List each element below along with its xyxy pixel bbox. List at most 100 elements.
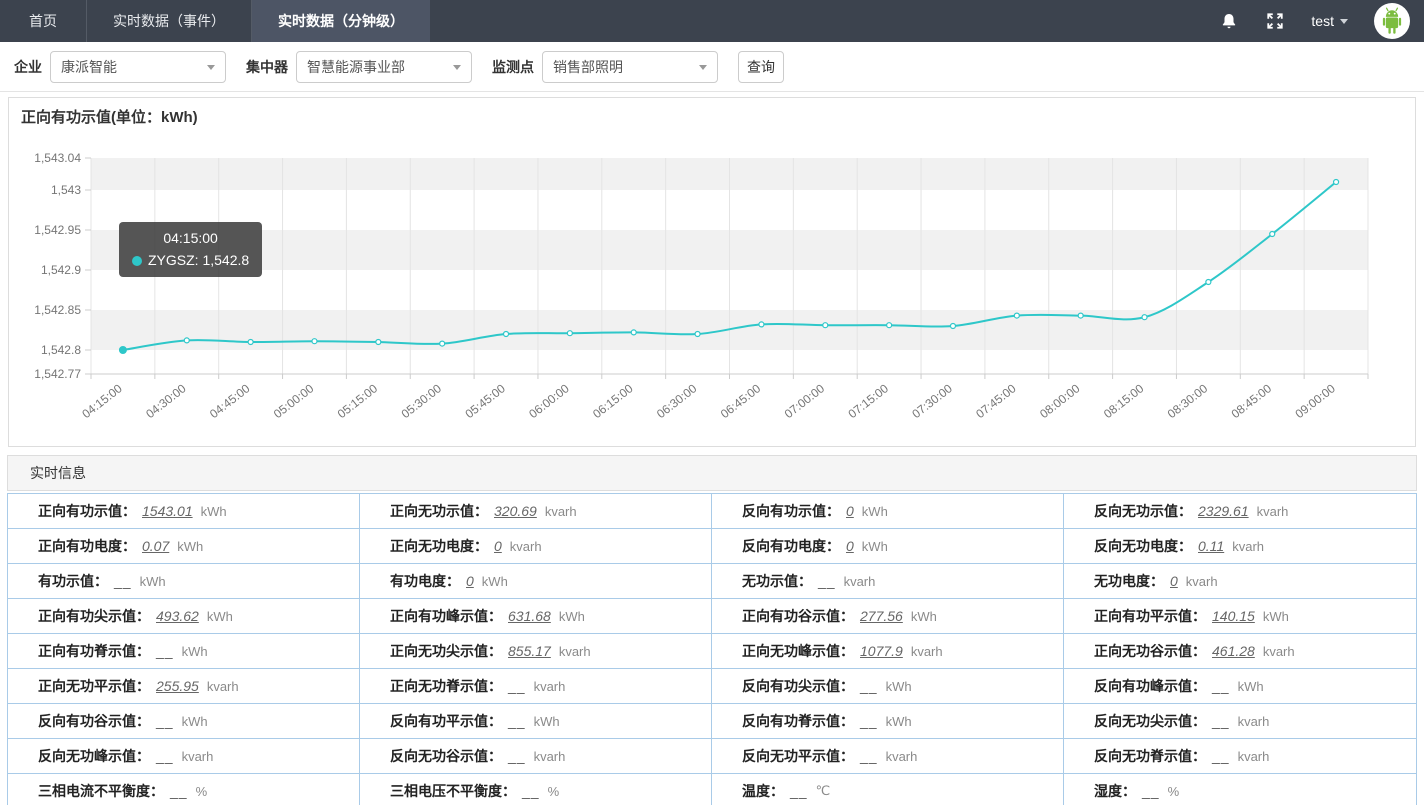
info-cell: 正向无功脊示值：__kvarh (360, 669, 712, 704)
info-cell: 反向有功脊示值：__kWh (712, 704, 1064, 739)
info-value[interactable]: 255.95 (156, 678, 199, 694)
android-robot-icon (1377, 5, 1407, 37)
svg-text:08:45:00: 08:45:00 (1229, 381, 1275, 421)
info-value[interactable]: 140.15 (1212, 608, 1255, 624)
info-label: 温度： (742, 781, 784, 801)
tooltip-value: ZYGSZ: 1,542.8 (148, 252, 249, 268)
info-value: __ (1212, 713, 1230, 729)
info-label: 正向有功峰示值： (390, 606, 502, 626)
svg-text:05:45:00: 05:45:00 (462, 381, 508, 421)
info-unit: kWh (534, 714, 560, 729)
info-unit: % (548, 784, 560, 799)
tab-home-label: 首页 (29, 11, 57, 31)
svg-text:07:15:00: 07:15:00 (846, 381, 892, 421)
info-cell: 反向无功示值：2329.61kvarh (1064, 494, 1416, 529)
info-label: 反向有功峰示值： (1094, 676, 1206, 696)
monitor-point-select[interactable]: 销售部照明 (542, 51, 718, 83)
info-cell: 反向无功脊示值：__kvarh (1064, 739, 1416, 774)
info-value: __ (790, 783, 808, 799)
tab-home[interactable]: 首页 (0, 0, 87, 42)
info-cell: 温度：__℃ (712, 774, 1064, 805)
info-unit: kvarh (1263, 644, 1295, 659)
info-value[interactable]: 1543.01 (142, 503, 193, 519)
notification-bell-icon[interactable] (1219, 11, 1239, 31)
info-value[interactable]: 0 (466, 573, 474, 589)
info-unit: kWh (559, 609, 585, 624)
info-label: 有功示值： (38, 571, 108, 591)
info-unit: kvarh (545, 504, 577, 519)
info-cell: 正向无功平示值：255.95kvarh (8, 669, 360, 704)
svg-text:1,542.77: 1,542.77 (34, 367, 81, 381)
info-value[interactable]: 277.56 (860, 608, 903, 624)
info-unit: % (1168, 784, 1180, 799)
info-unit: kWh (201, 504, 227, 519)
svg-text:07:30:00: 07:30:00 (909, 381, 955, 421)
svg-text:04:45:00: 04:45:00 (207, 381, 253, 421)
info-cell: 正向有功电度：0.07kWh (8, 529, 360, 564)
info-value[interactable]: 855.17 (508, 643, 551, 659)
svg-text:05:15:00: 05:15:00 (335, 381, 381, 421)
info-label: 正向有功尖示值： (38, 606, 150, 626)
realtime-info-title: 实时信息 (30, 463, 86, 483)
info-cell: 反向有功尖示值：__kWh (712, 669, 1064, 704)
info-cell: 正向有功峰示值： 631.68 kWh (360, 599, 712, 634)
info-label: 正向有功电度： (38, 536, 136, 556)
realtime-info-header: 实时信息 (7, 455, 1417, 491)
user-menu[interactable]: test (1311, 13, 1348, 29)
info-label: 正向无功示值： (390, 501, 488, 521)
info-label: 无功电度： (1094, 571, 1164, 591)
avatar[interactable] (1374, 3, 1410, 39)
svg-text:04:30:00: 04:30:00 (143, 381, 189, 421)
fullscreen-icon[interactable] (1265, 11, 1285, 31)
info-label: 正向有功平示值： (1094, 606, 1206, 626)
info-label: 有功电度： (390, 571, 460, 591)
username-label: test (1311, 13, 1334, 29)
info-label: 反向无功峰示值： (38, 746, 150, 766)
info-value[interactable]: 0 (1170, 573, 1178, 589)
info-value[interactable]: 461.28 (1212, 643, 1255, 659)
info-value[interactable]: 2329.61 (1198, 503, 1249, 519)
info-value[interactable]: 320.69 (494, 503, 537, 519)
info-value: __ (156, 713, 174, 729)
info-label: 反向有功谷示值： (38, 711, 150, 731)
info-unit: % (196, 784, 208, 799)
svg-text:06:00:00: 06:00:00 (526, 381, 572, 421)
info-label: 反向无功脊示值： (1094, 746, 1206, 766)
info-cell: 正向无功电度：0kvarh (360, 529, 712, 564)
top-navbar: 首页 实时数据（事件） 实时数据（分钟级） test (0, 0, 1424, 42)
info-label: 反向无功示值： (1094, 501, 1192, 521)
info-unit: kWh (182, 644, 208, 659)
svg-text:06:15:00: 06:15:00 (590, 381, 636, 421)
info-value[interactable]: 0 (846, 503, 854, 519)
info-cell: 三相电压不平衡度：__% (360, 774, 712, 805)
info-unit: kvarh (844, 574, 876, 589)
info-value[interactable]: 493.62 (156, 608, 199, 624)
info-value[interactable]: 0.07 (142, 538, 169, 554)
info-value[interactable]: 0 (494, 538, 502, 554)
info-value: __ (1212, 748, 1230, 764)
tab-realtime-event[interactable]: 实时数据（事件） (87, 0, 252, 42)
concentrator-select-value: 智慧能源事业部 (307, 57, 405, 77)
info-label: 反向有功平示值： (390, 711, 502, 731)
info-unit: kWh (1238, 679, 1264, 694)
info-cell: 反向有功示值：0kWh (712, 494, 1064, 529)
info-cell: 正向有功尖示值：493.62kWh (8, 599, 360, 634)
info-value[interactable]: 0.11 (1198, 538, 1224, 554)
info-unit: kvarh (1238, 714, 1270, 729)
svg-text:08:15:00: 08:15:00 (1101, 381, 1147, 421)
info-value[interactable]: 631.68 (508, 608, 551, 624)
concentrator-select[interactable]: 智慧能源事业部 (296, 51, 472, 83)
info-cell: 反向有功谷示值：__kWh (8, 704, 360, 739)
info-value: __ (508, 678, 526, 694)
info-label: 正向无功电度： (390, 536, 488, 556)
query-button[interactable]: 查询 (738, 51, 784, 83)
tab-realtime-minute[interactable]: 实时数据（分钟级） (252, 0, 430, 42)
svg-text:05:30:00: 05:30:00 (399, 381, 445, 421)
info-cell: 有功电度：0kWh (360, 564, 712, 599)
info-label: 反向无功尖示值： (1094, 711, 1206, 731)
info-value[interactable]: 0 (846, 538, 854, 554)
info-label: 正向无功峰示值： (742, 641, 854, 661)
chevron-down-icon (699, 65, 707, 70)
info-value[interactable]: 1077.9 (860, 643, 903, 659)
enterprise-select[interactable]: 康派智能 (50, 51, 226, 83)
